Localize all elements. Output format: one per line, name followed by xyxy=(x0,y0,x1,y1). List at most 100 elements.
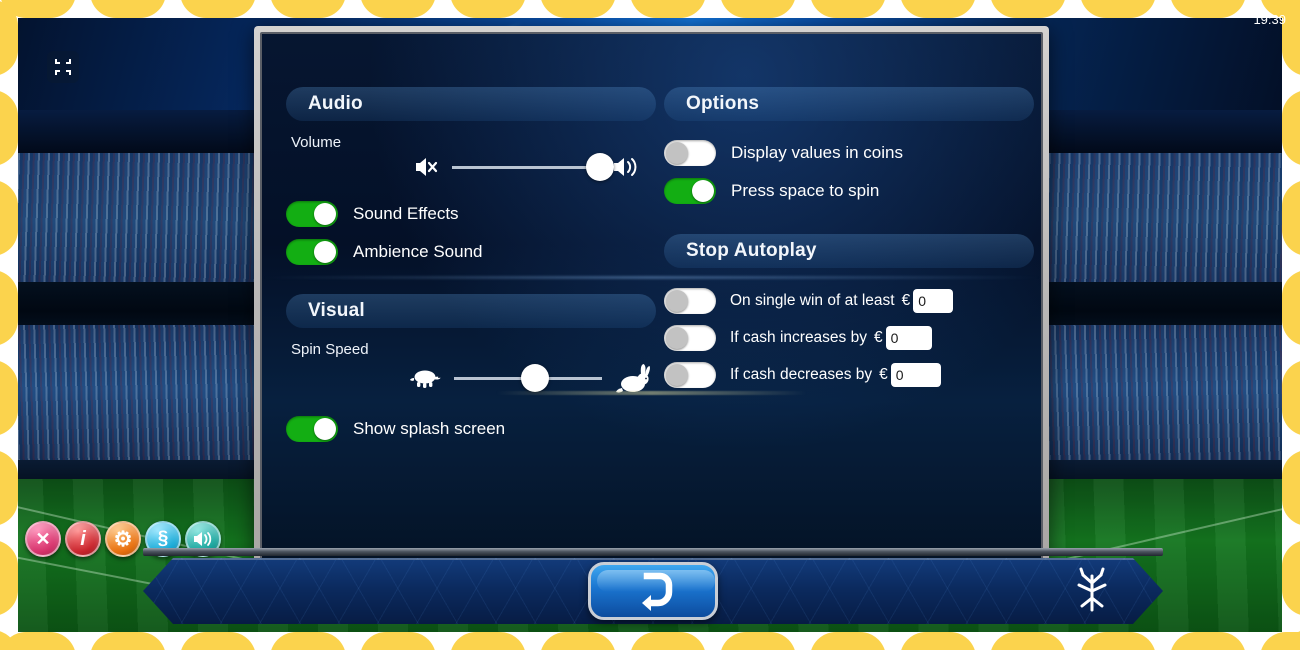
snowflake-logo-icon xyxy=(1077,567,1107,612)
volume-label: Volume xyxy=(291,134,342,151)
toggle-knob xyxy=(314,203,336,225)
autoplay-label-cash-decrease: If cash decreases by xyxy=(730,366,873,383)
seat xyxy=(630,632,706,650)
seat xyxy=(270,0,346,18)
autoplay-input-cash-increase[interactable] xyxy=(885,326,932,350)
seat xyxy=(90,632,166,650)
seat xyxy=(180,0,256,18)
toggle-label-display-values-in-coins: Display values in coins xyxy=(731,143,903,162)
toggle-label-press-space-to-spin: Press space to spin xyxy=(731,181,880,200)
seat xyxy=(540,0,616,18)
rabbit-icon[interactable] xyxy=(614,362,650,394)
toggle-knob xyxy=(666,142,688,164)
settings-panel-body: Audio Volume Sound Effects Ambience Soun… xyxy=(260,32,1043,561)
gear-icon: ⚙ xyxy=(113,527,133,551)
toggle-row-press-space-to-spin[interactable]: Press space to spin xyxy=(664,178,1034,204)
seat xyxy=(1080,0,1156,18)
seat xyxy=(810,632,886,650)
seat xyxy=(360,632,436,650)
volume-high-icon[interactable] xyxy=(612,155,642,179)
seat xyxy=(900,632,976,650)
spin-speed-slider-row[interactable] xyxy=(286,362,656,394)
toggle-knob xyxy=(314,418,336,440)
seat xyxy=(990,632,1066,650)
seat xyxy=(0,450,18,526)
seat xyxy=(990,0,1066,18)
spin-return-icon xyxy=(642,572,673,611)
toggle-stop-cash-increase[interactable] xyxy=(664,325,716,351)
seat xyxy=(1170,0,1246,18)
seat xyxy=(1282,270,1300,346)
fullscreen-exit-button[interactable] xyxy=(47,51,79,83)
spin-speed-slider-track[interactable] xyxy=(454,364,602,392)
seat xyxy=(1282,540,1300,616)
seat-row-right xyxy=(1282,0,1300,650)
toggle-label-sound-effects: Sound Effects xyxy=(353,204,459,223)
seat xyxy=(630,0,706,18)
seat xyxy=(1170,632,1246,650)
seat xyxy=(180,632,256,650)
toggle-label-ambience-sound: Ambience Sound xyxy=(353,242,483,261)
seat xyxy=(0,360,18,436)
speaker-icon xyxy=(194,532,212,546)
seat-row-bottom xyxy=(0,632,1300,650)
autoplay-input-single-win[interactable] xyxy=(913,289,954,313)
close-button[interactable]: ✕ xyxy=(25,521,61,557)
toggle-stop-cash-decrease[interactable] xyxy=(664,362,716,388)
game-viewport: DEMO FREE SLOT Audio Volume xyxy=(18,18,1282,632)
seat xyxy=(360,0,436,18)
volume-slider-knob[interactable] xyxy=(586,153,614,181)
currency-symbol: € xyxy=(873,329,883,346)
spin-speed-slider-knob[interactable] xyxy=(521,364,550,392)
volume-mute-icon[interactable] xyxy=(414,155,440,179)
section-header-audio: Audio xyxy=(286,87,656,121)
autoplay-row-single-win[interactable]: On single win of at least € xyxy=(664,288,1034,314)
section-header-options: Options xyxy=(664,87,1034,121)
info-icon: i xyxy=(80,527,86,550)
seat xyxy=(1080,632,1156,650)
fullscreen-exit-icon xyxy=(55,59,71,75)
toggle-row-sound-effects[interactable]: Sound Effects xyxy=(286,201,656,227)
volume-slider-track[interactable] xyxy=(452,153,614,181)
bottom-control-bar xyxy=(143,548,1163,624)
turtle-icon[interactable] xyxy=(408,366,442,390)
seat-row-top xyxy=(0,0,1300,18)
seat xyxy=(0,270,18,346)
back-button[interactable] xyxy=(588,562,718,620)
toggle-knob xyxy=(666,290,688,312)
seat xyxy=(720,0,796,18)
toggle-row-display-values-in-coins[interactable]: Display values in coins xyxy=(664,140,1034,166)
seat xyxy=(1282,90,1300,166)
paragraph-icon: § xyxy=(157,528,169,549)
toggle-show-splash-screen[interactable] xyxy=(286,416,338,442)
seat xyxy=(0,0,18,76)
seat xyxy=(810,0,886,18)
seat xyxy=(720,632,796,650)
seat xyxy=(900,0,976,18)
toggle-row-show-splash-screen[interactable]: Show splash screen xyxy=(286,416,656,442)
toggle-row-ambience-sound[interactable]: Ambience Sound xyxy=(286,239,656,265)
toggle-sound-effects[interactable] xyxy=(286,201,338,227)
settings-left-column: Audio Volume Sound Effects Ambience Soun… xyxy=(286,34,656,442)
seat xyxy=(0,90,18,166)
toggle-press-space-to-spin[interactable] xyxy=(664,178,716,204)
volume-slider-row[interactable] xyxy=(286,153,656,181)
toggle-knob xyxy=(314,241,336,263)
currency-symbol: € xyxy=(901,292,911,309)
toggle-stop-on-single-win[interactable] xyxy=(664,288,716,314)
system-clock: 19:39 xyxy=(1253,12,1286,27)
seat-row-left xyxy=(0,0,18,650)
seat xyxy=(540,632,616,650)
bar-top-rail xyxy=(143,548,1163,556)
autoplay-row-cash-decrease[interactable]: If cash decreases by € xyxy=(664,362,1034,388)
autoplay-input-cash-decrease[interactable] xyxy=(890,363,941,387)
autoplay-row-cash-increase[interactable]: If cash increases by € xyxy=(664,325,1034,351)
seat xyxy=(90,0,166,18)
settings-right-column: Options Display values in coins Press sp… xyxy=(664,34,1034,388)
toggle-display-values-in-coins[interactable] xyxy=(664,140,716,166)
seat xyxy=(0,540,18,616)
toggle-ambience-sound[interactable] xyxy=(286,239,338,265)
toggle-knob xyxy=(692,180,714,202)
info-button[interactable]: i xyxy=(65,521,101,557)
settings-button[interactable]: ⚙ xyxy=(105,521,141,557)
